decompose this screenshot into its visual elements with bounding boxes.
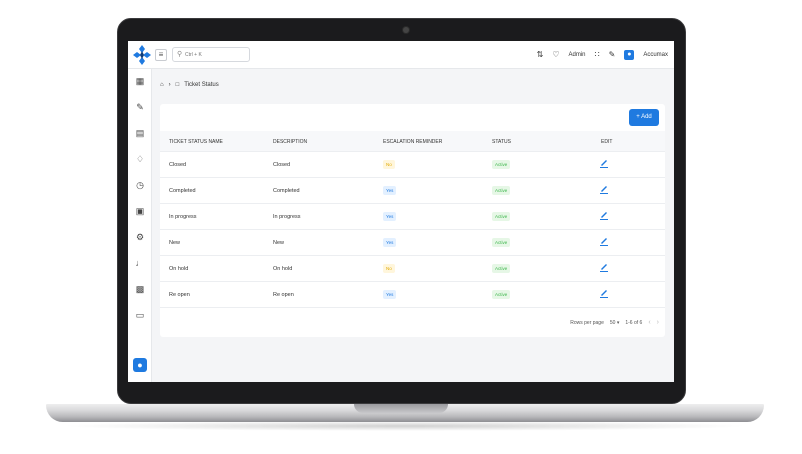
menu-toggle-button[interactable]: ≡	[155, 49, 167, 61]
table-row[interactable]: On hold On hold No Active	[160, 256, 665, 282]
webcam	[403, 27, 409, 33]
ticket-status-card: + Add TICKET STATUS NAME DESCRIPTION ESC…	[160, 104, 665, 337]
accumax-logo	[133, 45, 151, 65]
ticket-status-name: On hold	[169, 266, 189, 272]
status-badge: Active	[492, 264, 511, 273]
sidebar-user-icon[interactable]: ●	[133, 358, 147, 372]
table-row[interactable]: Completed Completed Yes Active	[160, 178, 665, 204]
next-page-icon[interactable]: ›	[657, 319, 659, 326]
top-bar: ≡ ⚲ ⇅ ♡ Admin ∷ ✎ ● Accumax	[128, 41, 674, 69]
status-badge: Active	[492, 238, 511, 247]
rows-per-page-label: Rows per page	[570, 319, 604, 326]
user-name[interactable]: Accumax	[643, 52, 668, 58]
header-description[interactable]: DESCRIPTION	[273, 139, 307, 145]
escalation-badge: No	[383, 264, 395, 273]
status-badge: Active	[492, 186, 511, 195]
search-icon: ⚲	[177, 51, 183, 58]
page-icon: □	[175, 82, 180, 88]
ticket-status-name: New	[169, 240, 181, 246]
escalation-badge: Yes	[383, 290, 397, 299]
header-ticket-status-name[interactable]: TICKET STATUS NAME	[169, 139, 223, 145]
table-row[interactable]: In progress In progress Yes Active	[160, 204, 665, 230]
bell-icon[interactable]: ♡	[552, 49, 559, 61]
user-avatar-icon[interactable]: ●	[624, 50, 635, 60]
home-icon[interactable]: ⌂	[160, 82, 164, 88]
description: On hold	[273, 266, 293, 272]
admin-label[interactable]: Admin	[569, 52, 586, 58]
rows-per-page-value: 50	[609, 319, 616, 326]
table-row[interactable]: Closed Closed No Active	[160, 152, 665, 178]
escalation-badge: No	[383, 160, 395, 169]
sidebar-tickets-icon[interactable]: ✎	[134, 101, 146, 113]
sidebar: ▦ ✎ ▤ ♢ ◷ ▣ ⚙ ♩ ▩ ▭ ●	[128, 69, 152, 382]
app-screen: ≡ ⚲ ⇅ ♡ Admin ∷ ✎ ● Accumax ▦ ✎ ▤ ♢ ◷ ▣ …	[128, 41, 674, 382]
description: In progress	[273, 214, 301, 220]
caret-down-icon: ▾	[616, 319, 620, 326]
table-row[interactable]: New New Yes Active	[160, 230, 665, 256]
sidebar-lock-icon[interactable]: ▣	[134, 205, 146, 217]
sidebar-calendar-icon[interactable]: ▤	[134, 127, 146, 139]
breadcrumb-current: Ticket Status	[184, 82, 219, 88]
add-button[interactable]: + Add	[629, 109, 659, 126]
status-badge: Active	[492, 160, 511, 169]
edit-icon[interactable]	[600, 237, 608, 246]
escalation-badge: Yes	[383, 212, 397, 221]
status-badge: Active	[492, 212, 511, 221]
edit-icon[interactable]	[600, 185, 608, 194]
laptop-notch	[354, 404, 448, 413]
translate-icon[interactable]: ⇅	[537, 49, 544, 61]
topbar-actions: ⇅ ♡ Admin ∷ ✎ ● Accumax	[537, 49, 668, 61]
sidebar-settings-icon[interactable]: ⚙	[134, 231, 146, 243]
description: Completed	[273, 188, 300, 194]
sidebar-reports-icon[interactable]: ▭	[134, 309, 146, 321]
ticket-status-name: Closed	[169, 162, 187, 168]
sidebar-alerts-icon[interactable]: ♢	[134, 153, 146, 165]
ticket-status-name: In progress	[169, 214, 197, 220]
ticket-status-name: Completed	[169, 188, 196, 194]
rows-per-page-select[interactable]: 50 ▾	[610, 320, 619, 326]
description: Closed	[273, 162, 291, 168]
edit-icon[interactable]	[600, 211, 608, 220]
fullscreen-icon[interactable]: ∷	[595, 49, 600, 61]
chevron-right-icon: ›	[168, 82, 171, 88]
table-row[interactable]: Re open Re open Yes Active	[160, 282, 665, 308]
pagination: Rows per page 50 ▾ 1-6 of 6 ‹ ›	[570, 319, 659, 326]
sidebar-support-icon[interactable]: ♩	[134, 257, 146, 269]
sidebar-documents-icon[interactable]: ▩	[134, 283, 146, 295]
ticket-status-name: Re open	[169, 292, 190, 298]
laptop-photo: ≡ ⚲ ⇅ ♡ Admin ∷ ✎ ● Accumax ▦ ✎ ▤ ♢ ◷ ▣ …	[0, 0, 802, 454]
laptop-shadow	[60, 421, 750, 431]
prev-page-icon[interactable]: ‹	[648, 319, 650, 326]
sidebar-history-icon[interactable]: ◷	[134, 179, 146, 191]
edit-icon[interactable]	[600, 263, 608, 272]
breadcrumb: ⌂ › □ Ticket Status	[160, 82, 219, 88]
edit-icon[interactable]	[600, 289, 608, 298]
brush-icon[interactable]: ✎	[609, 49, 616, 61]
header-edit: EDIT	[601, 139, 613, 145]
sidebar-dashboard-icon[interactable]: ▦	[134, 75, 146, 87]
header-status[interactable]: STATUS	[492, 139, 511, 145]
edit-icon[interactable]	[600, 159, 608, 168]
description: Re open	[273, 292, 294, 298]
header-escalation-reminder[interactable]: ESCALATION REMINDER	[383, 139, 442, 145]
description: New	[273, 240, 285, 246]
escalation-badge: Yes	[383, 238, 397, 247]
table-header: TICKET STATUS NAME DESCRIPTION ESCALATIO…	[160, 131, 665, 152]
escalation-badge: Yes	[383, 186, 397, 195]
pagination-range: 1-6 of 6	[625, 319, 643, 326]
status-badge: Active	[492, 290, 511, 299]
search-box[interactable]: ⚲	[172, 47, 250, 62]
search-input[interactable]	[185, 49, 247, 60]
